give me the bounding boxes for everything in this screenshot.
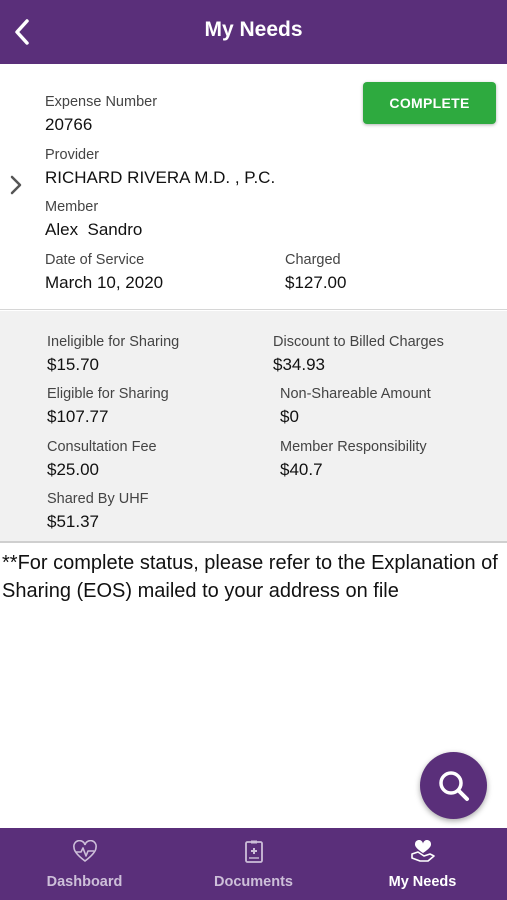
consultation-fee-value: $25.00: [47, 460, 99, 479]
discount-label: Discount to Billed Charges: [273, 334, 444, 350]
member-responsibility-value: $40.7: [280, 460, 323, 479]
heart-pulse-icon: [72, 840, 98, 864]
eligible-label: Eligible for Sharing: [47, 386, 169, 402]
status-complete-button[interactable]: COMPLETE: [363, 82, 496, 124]
sharing-summary: Ineligible for Sharing $15.70 Discount t…: [0, 311, 507, 543]
member-field: Member Alex Sandro: [45, 198, 142, 241]
shared-by-uhf-label: Shared By UHF: [47, 491, 149, 507]
shared-by-uhf-value: $51.37: [47, 512, 99, 531]
tab-dashboard-label: Dashboard: [46, 874, 123, 890]
ineligible-field: Ineligible for Sharing $15.70: [47, 333, 179, 376]
tab-documents[interactable]: Documents: [169, 828, 338, 900]
provider-label: Provider: [45, 147, 99, 163]
date-of-service-label: Date of Service: [45, 252, 145, 268]
search-icon: [438, 770, 469, 801]
non-shareable-field: Non-Shareable Amount $0: [280, 385, 431, 428]
consultation-fee-field: Consultation Fee $25.00: [47, 438, 157, 481]
expense-number-label: Expense Number: [45, 94, 158, 110]
expense-card[interactable]: COMPLETE Expense Number 20766 Provider R…: [0, 64, 507, 310]
charged-field: Charged $127.00: [285, 251, 346, 294]
search-fab-button[interactable]: [420, 752, 487, 819]
tab-my-needs-label: My Needs: [388, 874, 457, 890]
provider-value: RICHARD RIVERA M.D. , P.C.: [45, 168, 276, 187]
charged-value: $127.00: [285, 273, 347, 292]
shared-by-uhf-field: Shared By UHF $51.37: [47, 490, 149, 533]
consultation-fee-label: Consultation Fee: [47, 439, 157, 455]
member-responsibility-field: Member Responsibility $40.7: [280, 438, 427, 481]
eligible-value: $107.77: [47, 407, 109, 426]
tab-my-needs[interactable]: My Needs: [338, 828, 507, 900]
date-of-service-value: March 10, 2020: [45, 273, 164, 292]
app-header: My Needs: [0, 0, 507, 64]
eligible-field: Eligible for Sharing $107.77: [47, 385, 169, 428]
discount-value: $34.93: [273, 355, 325, 374]
page-title: My Needs: [204, 18, 303, 41]
charged-label: Charged: [285, 252, 341, 268]
document-icon: [241, 840, 267, 864]
provider-field: Provider RICHARD RIVERA M.D. , P.C.: [45, 146, 275, 189]
expense-number-value: 20766: [45, 115, 93, 134]
member-value: Alex Sandro: [45, 220, 143, 239]
bottom-tab-bar: Dashboard Documents My Needs: [0, 828, 507, 900]
member-responsibility-label: Member Responsibility: [280, 439, 427, 455]
discount-field: Discount to Billed Charges $34.93: [273, 333, 444, 376]
tab-dashboard[interactable]: Dashboard: [0, 828, 169, 900]
date-of-service-field: Date of Service March 10, 2020: [45, 251, 163, 294]
non-shareable-value: $0: [280, 407, 299, 426]
chevron-right-icon[interactable]: [5, 172, 27, 198]
tab-documents-label: Documents: [214, 874, 293, 890]
eos-note: **For complete status, please refer to t…: [2, 552, 498, 602]
expense-number-field: Expense Number 20766: [45, 93, 157, 136]
ineligible-value: $15.70: [47, 355, 99, 374]
heart-hands-icon: [410, 840, 436, 864]
member-label: Member: [45, 199, 99, 215]
ineligible-label: Ineligible for Sharing: [47, 334, 180, 350]
non-shareable-label: Non-Shareable Amount: [280, 386, 431, 402]
